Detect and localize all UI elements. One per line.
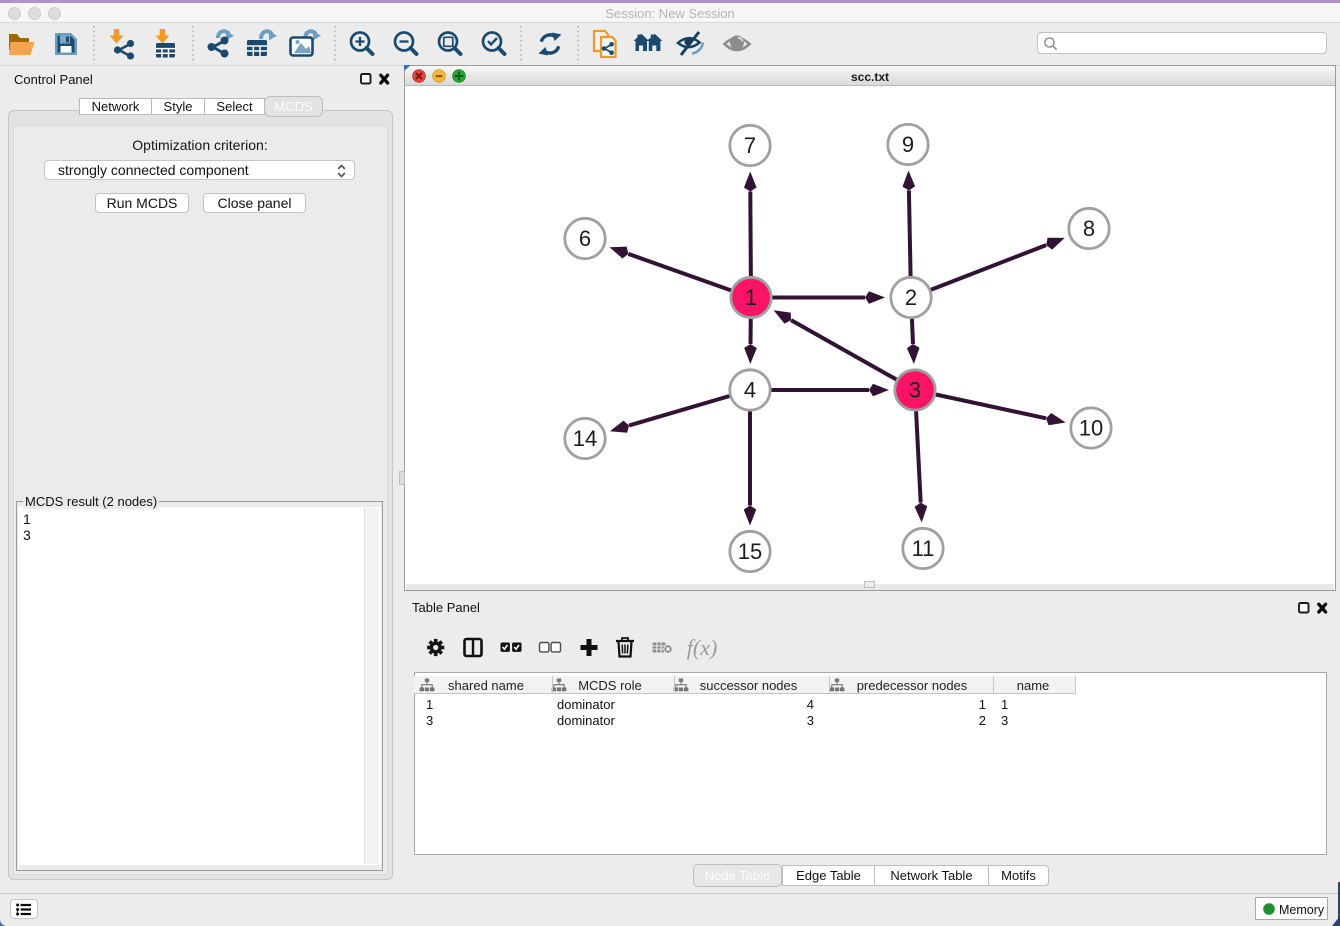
svg-text:8: 8 (1083, 216, 1095, 241)
svg-text:6: 6 (579, 226, 591, 251)
svg-text:15: 15 (738, 539, 762, 564)
svg-text:4: 4 (744, 378, 756, 403)
svg-text:7: 7 (744, 133, 756, 158)
svg-text:f(x): f(x) (687, 635, 718, 660)
svg-text:14: 14 (573, 426, 597, 451)
svg-text:3: 3 (909, 378, 921, 403)
svg-text:10: 10 (1079, 416, 1103, 441)
svg-text:11: 11 (912, 536, 935, 561)
svg-text:9: 9 (902, 132, 914, 157)
svg-text:2: 2 (905, 285, 917, 310)
svg-text:1: 1 (745, 285, 757, 310)
